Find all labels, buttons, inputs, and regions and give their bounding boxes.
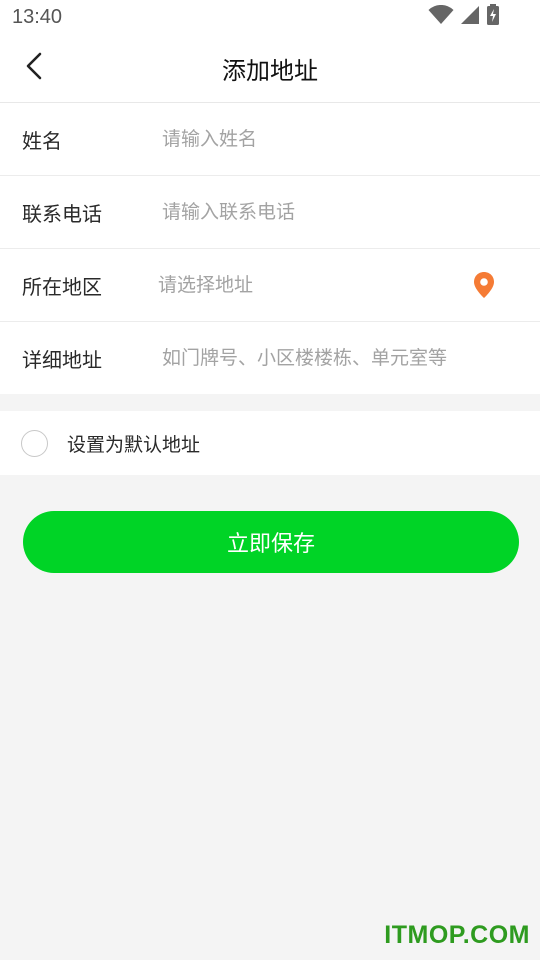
chevron-left-icon [24, 51, 44, 85]
back-button[interactable] [14, 48, 54, 88]
detail-row: 详细地址 [0, 321, 540, 394]
name-label: 姓名 [22, 128, 62, 153]
detail-address-input[interactable] [162, 338, 480, 378]
status-icons [428, 4, 500, 30]
save-button[interactable]: 立即保存 [23, 511, 519, 573]
region-label: 所在地区 [22, 274, 102, 299]
wifi-icon [428, 4, 454, 29]
battery-charging-icon [486, 4, 500, 30]
region-select-input[interactable] [158, 265, 480, 305]
name-row: 姓名 [0, 102, 540, 175]
address-form: 姓名 联系电话 所在地区 详细地址 [0, 102, 540, 394]
location-pin-icon[interactable] [472, 271, 496, 299]
watermark: ITMOP.COM [384, 921, 530, 949]
default-address-label: 设置为默认地址 [67, 433, 201, 456]
phone-input[interactable] [162, 192, 480, 232]
page-title: 添加地址 [222, 56, 318, 85]
status-bar: 13:40 [0, 0, 540, 34]
header-bar: 添加地址 [0, 34, 540, 102]
default-address-row[interactable]: 设置为默认地址 [0, 411, 540, 475]
status-time: 13:40 [12, 6, 63, 28]
phone-label: 联系电话 [22, 201, 102, 226]
region-row[interactable]: 所在地区 [0, 248, 540, 321]
detail-label: 详细地址 [22, 347, 102, 372]
signal-icon [460, 5, 480, 29]
name-input[interactable] [162, 119, 480, 159]
phone-row: 联系电话 [0, 175, 540, 248]
default-address-radio[interactable] [21, 429, 48, 457]
